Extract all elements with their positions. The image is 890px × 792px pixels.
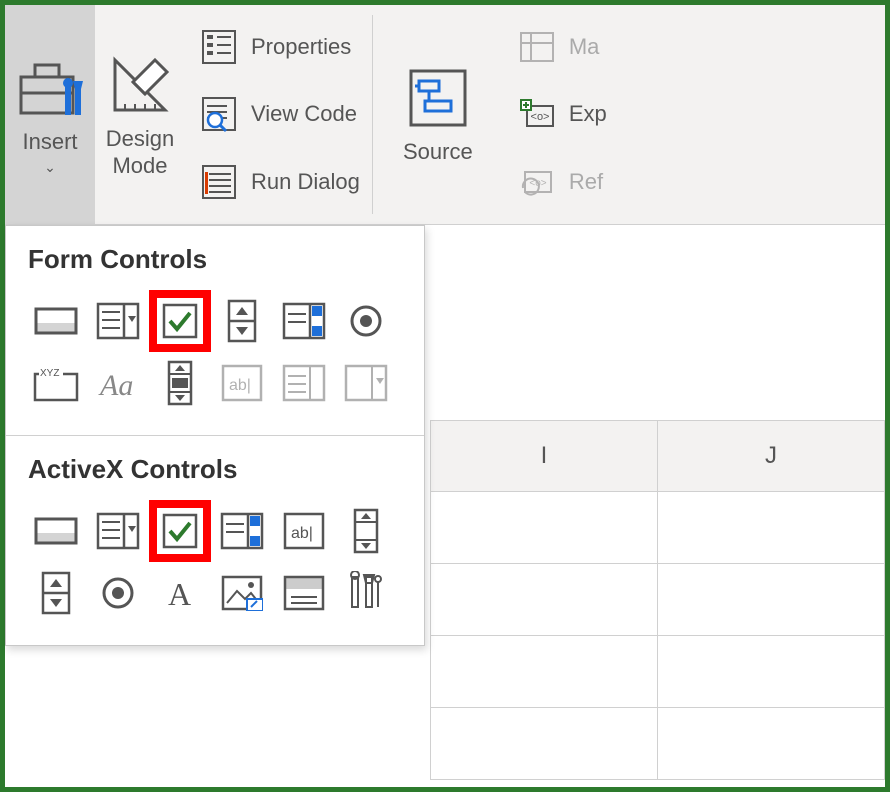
svg-text:A: A bbox=[168, 576, 191, 612]
ruler-triangle-icon bbox=[105, 50, 175, 120]
form-optionbutton-icon[interactable] bbox=[341, 296, 391, 346]
design-mode-button[interactable]: Design Mode bbox=[95, 5, 185, 224]
form-label-icon[interactable]: Aa bbox=[93, 358, 143, 408]
activex-morecontrols-icon[interactable] bbox=[341, 568, 391, 618]
svg-text:XYZ: XYZ bbox=[40, 368, 59, 379]
expansion-label: Exp bbox=[569, 101, 607, 127]
code-stack: Properties View Code bbox=[185, 5, 372, 224]
activex-label-icon[interactable]: A bbox=[155, 568, 205, 618]
form-checkbox-icon[interactable] bbox=[155, 296, 205, 346]
source-label: Source bbox=[403, 139, 473, 165]
form-combo-dropdown-icon bbox=[341, 358, 391, 408]
properties-list-icon bbox=[197, 25, 241, 69]
form-combobox-icon[interactable] bbox=[93, 296, 143, 346]
form-controls-title: Form Controls bbox=[28, 244, 402, 275]
run-dialog-label: Run Dialog bbox=[251, 169, 360, 195]
refresh-button: <o> Ref bbox=[509, 151, 613, 213]
form-textfield-icon: ab| bbox=[217, 358, 267, 408]
cell[interactable] bbox=[658, 564, 885, 636]
column-headers: I J bbox=[430, 420, 885, 492]
svg-text:<o>: <o> bbox=[530, 111, 549, 123]
expansion-icon: <o> bbox=[515, 92, 559, 136]
activex-spinbutton-icon[interactable] bbox=[31, 568, 81, 618]
svg-text:Aa: Aa bbox=[98, 369, 133, 401]
toolbox-tools-icon bbox=[15, 53, 85, 123]
activex-commandbutton-icon[interactable] bbox=[31, 506, 81, 556]
activex-combobox-icon[interactable] bbox=[93, 506, 143, 556]
cell[interactable] bbox=[658, 492, 885, 564]
map-button: Ma bbox=[509, 16, 613, 78]
map-label: Ma bbox=[569, 34, 600, 60]
xml-source-icon bbox=[403, 63, 473, 133]
refresh-icon: <o> bbox=[515, 160, 559, 204]
column-header[interactable]: J bbox=[658, 420, 885, 492]
form-spinbutton-icon[interactable] bbox=[217, 296, 267, 346]
form-controls-section: Form Controls XYZ bbox=[6, 226, 424, 435]
form-groupbox-icon[interactable]: XYZ bbox=[31, 358, 81, 408]
column-header[interactable]: I bbox=[430, 420, 658, 492]
svg-text:ab|: ab| bbox=[291, 525, 313, 542]
cell[interactable] bbox=[430, 564, 658, 636]
run-dialog-icon bbox=[197, 160, 241, 204]
activex-optionbutton-icon[interactable] bbox=[93, 568, 143, 618]
view-code-magnifier-icon bbox=[197, 92, 241, 136]
run-dialog-button[interactable]: Run Dialog bbox=[191, 151, 366, 213]
insert-label: Insert bbox=[22, 129, 77, 155]
design-mode-label: Design Mode bbox=[106, 126, 174, 179]
activex-checkbox-icon[interactable] bbox=[155, 506, 205, 556]
cell[interactable] bbox=[658, 636, 885, 708]
activex-controls-section: ActiveX Controls ab| bbox=[6, 435, 424, 645]
properties-label: Properties bbox=[251, 34, 351, 60]
activex-textbox-icon[interactable]: ab| bbox=[279, 506, 329, 556]
activex-togglebutton-icon[interactable] bbox=[279, 568, 329, 618]
form-combo-list-icon bbox=[279, 358, 329, 408]
activex-scrollbar-icon[interactable] bbox=[341, 506, 391, 556]
form-scrollbar-icon[interactable] bbox=[155, 358, 205, 408]
chevron-down-icon: ⌄ bbox=[44, 159, 56, 176]
refresh-label: Ref bbox=[569, 169, 603, 195]
map-icon bbox=[515, 25, 559, 69]
activex-listbox-icon[interactable] bbox=[217, 506, 267, 556]
view-code-button[interactable]: View Code bbox=[191, 83, 366, 145]
source-button[interactable]: Source bbox=[373, 5, 503, 224]
activex-controls-title: ActiveX Controls bbox=[28, 454, 402, 485]
insert-controls-dropdown: Form Controls XYZ bbox=[5, 225, 425, 646]
activex-image-icon[interactable] bbox=[217, 568, 267, 618]
worksheet[interactable]: I J bbox=[430, 420, 885, 787]
form-button-icon[interactable] bbox=[31, 296, 81, 346]
cell[interactable] bbox=[430, 492, 658, 564]
cell[interactable] bbox=[658, 708, 885, 780]
svg-text:ab|: ab| bbox=[229, 377, 251, 394]
properties-button[interactable]: Properties bbox=[191, 16, 366, 78]
cell[interactable] bbox=[430, 636, 658, 708]
view-code-label: View Code bbox=[251, 101, 357, 127]
xml-stack: Ma <o> Exp <o> Ref bbox=[503, 5, 619, 224]
insert-button[interactable]: Insert ⌄ bbox=[5, 5, 95, 224]
cell[interactable] bbox=[430, 708, 658, 780]
form-listbox-icon[interactable] bbox=[279, 296, 329, 346]
ribbon: Insert ⌄ Design Mode bbox=[5, 5, 885, 225]
expansion-button[interactable]: <o> Exp bbox=[509, 83, 613, 145]
